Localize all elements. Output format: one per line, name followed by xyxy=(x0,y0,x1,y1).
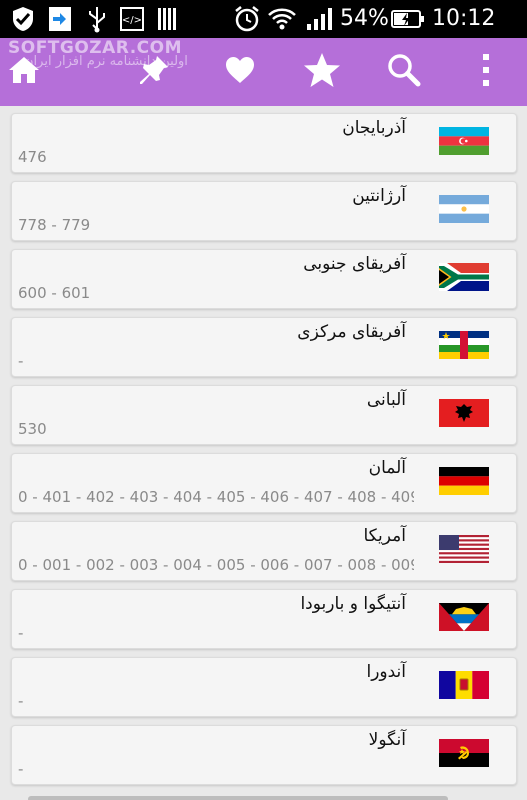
country-item-usa[interactable]: آمریکا 0 - 001 - 002 - 003 - 004 - 005 -… xyxy=(11,521,517,581)
country-codes: 600 - 601 xyxy=(18,284,91,302)
azerbaijan-flag-icon xyxy=(439,127,489,155)
country-name: آنتیگوا و باربودا xyxy=(300,594,406,614)
country-item-antigua-and-barbuda[interactable]: آنتیگوا و باربودا - xyxy=(11,589,517,649)
check-icon xyxy=(8,5,38,33)
argentina-flag-icon xyxy=(439,195,489,223)
code-icon: </> xyxy=(118,5,146,33)
overflow-menu-icon xyxy=(481,53,491,91)
country-codes: - xyxy=(18,760,24,778)
svg-text:</>: </> xyxy=(122,15,142,26)
country-codes: - xyxy=(18,624,24,642)
country-name: آندورا xyxy=(366,662,406,682)
next-card-edge xyxy=(28,796,448,800)
country-name: آلبانی xyxy=(366,390,406,410)
search-icon xyxy=(387,53,421,91)
country-name: آفریقای جنوبی xyxy=(303,254,406,274)
home-button[interactable] xyxy=(0,48,48,96)
pin-button[interactable] xyxy=(130,48,178,96)
country-name: آمریکا xyxy=(363,526,406,546)
search-button[interactable] xyxy=(380,48,428,96)
pin-icon xyxy=(137,53,171,91)
country-item-central-african-republic[interactable]: آفریقای مرکزی - xyxy=(11,317,517,377)
overflow-menu-button[interactable] xyxy=(462,48,510,96)
south-africa-flag-icon xyxy=(439,263,489,291)
country-codes: 778 - 779 xyxy=(18,216,91,234)
country-item-andorra[interactable]: آندورا - xyxy=(11,657,517,717)
antigua-and-barbuda-flag-icon xyxy=(439,603,489,631)
country-item-germany[interactable]: آلمان 0 - 401 - 402 - 403 - 404 - 405 - … xyxy=(11,453,517,513)
usb-icon xyxy=(84,5,110,33)
action-bar: SOFTGOZAR.COM اولین دانشنامه نرم افزار ا… xyxy=(0,38,527,106)
heart-icon xyxy=(225,56,255,88)
battery-charging-icon xyxy=(390,5,426,33)
favorite-button[interactable] xyxy=(216,48,264,96)
star-icon xyxy=(303,52,341,92)
bars-icon xyxy=(154,5,180,33)
country-codes: 0 - 401 - 402 - 403 - 404 - 405 - 406 - … xyxy=(18,488,414,506)
country-name: آرژانتین xyxy=(352,186,406,206)
wifi-icon xyxy=(266,5,298,33)
country-codes: 0 - 001 - 002 - 003 - 004 - 005 - 006 - … xyxy=(18,556,414,574)
signal-icon xyxy=(304,5,336,33)
country-codes: 530 xyxy=(18,420,47,438)
country-item-south-africa[interactable]: آفریقای جنوبی 600 - 601 xyxy=(11,249,517,309)
country-codes: - xyxy=(18,692,24,710)
country-codes: 476 xyxy=(18,148,47,166)
country-name: آلمان xyxy=(368,458,406,478)
usa-flag-icon xyxy=(439,535,489,563)
country-item-albania[interactable]: آلبانی 530 xyxy=(11,385,517,445)
andorra-flag-icon xyxy=(439,671,489,699)
country-name: آنگولا xyxy=(368,730,406,750)
country-name: آذربایجان xyxy=(342,118,406,138)
star-button[interactable] xyxy=(298,48,346,96)
country-name: آفریقای مرکزی xyxy=(297,322,406,342)
angola-flag-icon xyxy=(439,739,489,767)
download-icon xyxy=(46,5,74,33)
country-codes: - xyxy=(18,352,24,370)
albania-flag-icon xyxy=(439,399,489,427)
country-item-azerbaijan[interactable]: آذربایجان 476 xyxy=(11,113,517,173)
country-list: آذربایجان 476 آرژانتین 778 - 779 آفریقای… xyxy=(0,106,527,800)
battery-percent: 54% xyxy=(340,6,389,31)
status-bar: </> 54% 10:12 PM xyxy=(0,0,527,61)
country-item-angola[interactable]: آنگولا - xyxy=(11,725,517,785)
country-item-argentina[interactable]: آرژانتین 778 - 779 xyxy=(11,181,517,241)
germany-flag-icon xyxy=(439,467,489,495)
alarm-icon xyxy=(232,5,262,33)
home-icon xyxy=(7,54,41,90)
central-african-republic-flag-icon xyxy=(439,331,489,359)
